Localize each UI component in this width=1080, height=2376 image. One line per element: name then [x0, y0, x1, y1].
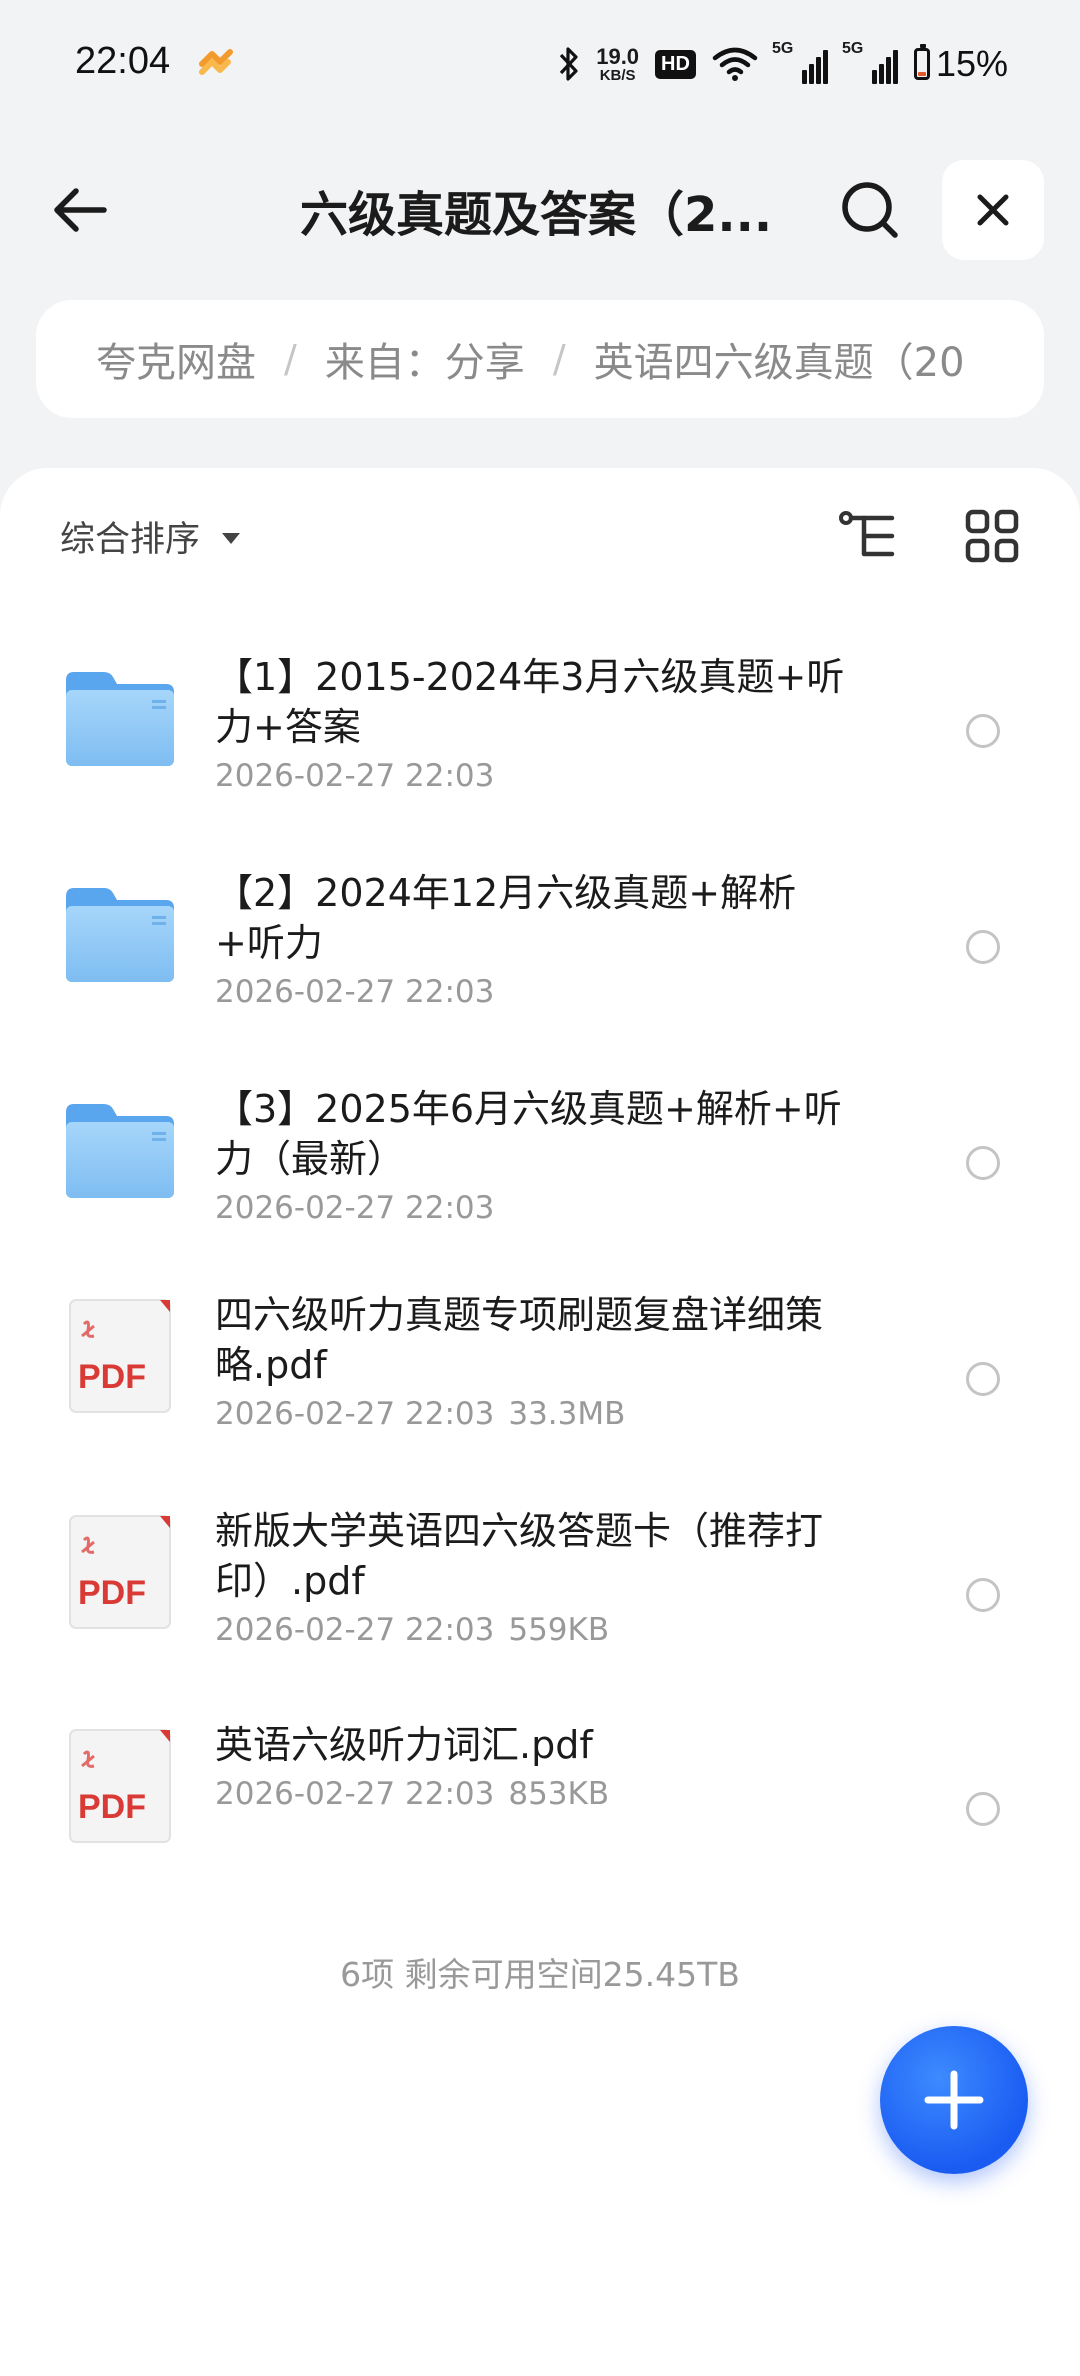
- folder-icon: [66, 1104, 174, 1198]
- search-icon: [842, 182, 898, 238]
- breadcrumb: 夸克网盘 / 来自：分享 / 英语四六级真题（20: [36, 300, 1044, 418]
- arrow-left-icon: [54, 188, 107, 232]
- folder-item[interactable]: 【2】2024年12月六级真题+解析+听力 2026-02-27 22:03: [0, 844, 1080, 1044]
- file-item[interactable]: PDF 英语六级听力词汇.pdf 2026-02-27 22:03 853KB: [0, 1706, 1080, 1906]
- signal-2-label: 5G: [841, 40, 864, 57]
- file-meta: 2026-02-27 22:03 853KB: [215, 1772, 855, 1816]
- file-meta: 2026-02-27 22:03: [215, 970, 855, 1014]
- battery-fill: [917, 72, 926, 76]
- file-name: 四六级听力真题专项刷题复盘详细策略.pdf: [215, 1293, 824, 1387]
- file-date: 2026-02-27 22:03: [215, 1190, 495, 1226]
- close-button[interactable]: [942, 160, 1044, 260]
- storage-summary: 6项 剩余可用空间25.45TB: [340, 1955, 740, 1994]
- file-date: 2026-02-27 22:03: [215, 758, 495, 794]
- file-date: 2026-02-27 22:03: [215, 1396, 495, 1432]
- select-checkbox[interactable]: [966, 1578, 1000, 1612]
- file-text: 【3】2025年6月六级真题+解析+听力（最新） 2026-02-27 22:0…: [215, 1084, 855, 1230]
- file-item[interactable]: PDF 新版大学英语四六级答题卡（推荐打印）.pdf 2026-02-27 22…: [0, 1492, 1080, 1692]
- tree-view-icon: [839, 511, 895, 557]
- pdf-file-icon: PDF: [69, 1299, 171, 1413]
- network-speed: 19.0 KB/S: [596, 43, 640, 84]
- grid-view-button[interactable]: [960, 504, 1024, 568]
- folder-item[interactable]: 【3】2025年6月六级真题+解析+听力（最新） 2026-02-27 22:0…: [0, 1060, 1080, 1260]
- search-button[interactable]: [830, 170, 910, 250]
- grid-view-icon: [965, 509, 1019, 563]
- file-text: 英语六级听力词汇.pdf 2026-02-27 22:03 853KB: [215, 1720, 855, 1816]
- pdf-file-icon: PDF: [69, 1515, 171, 1629]
- file-date: 2026-02-27 22:03: [215, 974, 495, 1010]
- pdf-badge-text: PDF: [78, 1788, 146, 1826]
- plus-icon: [924, 2070, 984, 2130]
- breadcrumb-separator: /: [552, 337, 566, 381]
- file-text: 【1】2015-2024年3月六级真题+听力+答案 2026-02-27 22:…: [215, 652, 855, 798]
- sort-dropdown[interactable]: 综合排序: [60, 508, 241, 564]
- file-name: 【3】2025年6月六级真题+解析+听力（最新）: [215, 1087, 842, 1181]
- top-app-bar: 六级真题及答案（2...: [0, 150, 1080, 280]
- breadcrumb-item-current[interactable]: 英语四六级真题（20: [594, 330, 965, 388]
- file-size: 33.3MB: [508, 1396, 626, 1432]
- file-text: 四六级听力真题专项刷题复盘详细策略.pdf 2026-02-27 22:03 33…: [215, 1290, 855, 1436]
- file-meta: 2026-02-27 22:03 33.3MB: [215, 1392, 855, 1436]
- list-toolbar: 综合排序: [0, 468, 1080, 606]
- battery-icon: [913, 44, 930, 80]
- file-meta: 2026-02-27 22:03 559KB: [215, 1608, 855, 1652]
- app-notification-icon: [199, 49, 233, 75]
- breadcrumb-separator: /: [284, 337, 297, 381]
- select-checkbox[interactable]: [966, 1362, 1000, 1396]
- wifi-icon: [712, 47, 758, 81]
- file-date: 2026-02-27 22:03: [215, 1612, 495, 1648]
- pdf-file-icon: PDF: [69, 1729, 171, 1843]
- file-name: 【1】2015-2024年3月六级真题+听力+答案: [215, 655, 845, 749]
- file-meta: 2026-02-27 22:03: [215, 754, 855, 798]
- network-speed-unit: KB/S: [599, 66, 636, 84]
- status-bar: 22:04 19.0 KB/S HD 5G 5G 15%: [0, 0, 1080, 130]
- file-text: 【2】2024年12月六级真题+解析+听力 2026-02-27 22:03: [215, 868, 855, 1014]
- file-meta: 2026-02-27 22:03: [215, 1186, 855, 1230]
- network-speed-value: 19.0: [596, 43, 640, 69]
- signal-strength-2: 5G: [842, 40, 898, 84]
- tree-view-button[interactable]: [836, 504, 900, 568]
- file-name: 【2】2024年12月六级真题+解析+听力: [215, 871, 797, 965]
- file-text: 新版大学英语四六级答题卡（推荐打印）.pdf 2026-02-27 22:03 5…: [215, 1506, 855, 1652]
- status-time: 22:04: [75, 40, 171, 82]
- file-name: 新版大学英语四六级答题卡（推荐打印）.pdf: [215, 1509, 824, 1603]
- folder-item[interactable]: 【1】2015-2024年3月六级真题+听力+答案 2026-02-27 22:…: [0, 628, 1080, 828]
- caret-down-icon: [222, 532, 241, 544]
- battery-percent: 15%: [935, 43, 1008, 84]
- pdf-badge-text: PDF: [78, 1574, 146, 1612]
- select-checkbox[interactable]: [966, 930, 1000, 964]
- back-button[interactable]: [40, 170, 120, 250]
- signal-1-label: 5G: [771, 40, 794, 57]
- select-checkbox[interactable]: [966, 1792, 1000, 1826]
- signal-strength-1: 5G: [772, 40, 828, 84]
- status-indicators: 19.0 KB/S HD 5G 5G 15%: [558, 38, 1008, 90]
- breadcrumb-item-root[interactable]: 夸克网盘: [96, 330, 256, 388]
- pdf-badge-text: PDF: [78, 1358, 146, 1396]
- file-item[interactable]: PDF 四六级听力真题专项刷题复盘详细策略.pdf 2026-02-27 22:…: [0, 1276, 1080, 1476]
- add-button[interactable]: [880, 2026, 1028, 2174]
- breadcrumb-item-share[interactable]: 来自：分享: [325, 330, 525, 388]
- battery-indicator: 15%: [913, 43, 1008, 85]
- select-checkbox[interactable]: [966, 1146, 1000, 1180]
- sort-label: 综合排序: [60, 519, 201, 560]
- bluetooth-icon: [560, 47, 578, 81]
- file-size: 853KB: [508, 1776, 610, 1812]
- folder-icon: [66, 888, 174, 982]
- page-title: 六级真题及答案（2...: [300, 187, 773, 243]
- file-date: 2026-02-27 22:03: [215, 1776, 495, 1812]
- file-name: 英语六级听力词汇.pdf: [215, 1723, 593, 1767]
- file-size: 559KB: [508, 1612, 610, 1648]
- breadcrumb-fade: [984, 300, 1044, 418]
- close-icon: [977, 194, 1009, 226]
- folder-icon: [66, 672, 174, 766]
- hd-badge: HD: [655, 49, 696, 79]
- select-checkbox[interactable]: [966, 714, 1000, 748]
